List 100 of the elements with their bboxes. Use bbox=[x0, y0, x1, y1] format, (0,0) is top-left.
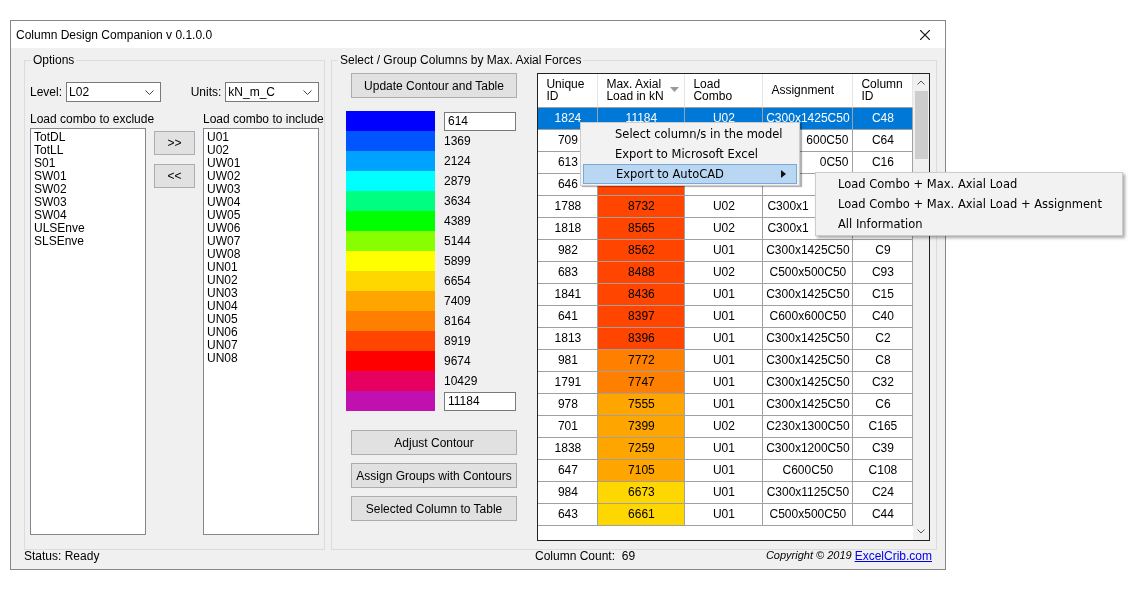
website-link[interactable]: ExcelCrib.com bbox=[854, 549, 932, 563]
contour-value: 3634 bbox=[444, 194, 471, 208]
table-cell: C300x1425C50 bbox=[763, 240, 854, 262]
table-cell: 7772 bbox=[598, 350, 686, 372]
table-cell: C300x1425C50 bbox=[763, 372, 854, 394]
contour-value: 4389 bbox=[444, 214, 471, 228]
list-item[interactable]: UN03 bbox=[207, 287, 315, 300]
scroll-down-icon bbox=[917, 529, 926, 534]
list-item[interactable]: UW06 bbox=[207, 222, 315, 235]
action-button[interactable]: Assign Groups with Contours bbox=[351, 463, 517, 488]
table-cell: U02 bbox=[685, 262, 764, 284]
list-item[interactable]: ULSEnve bbox=[34, 222, 142, 235]
contour-value: 1369 bbox=[444, 134, 471, 148]
contour-value: 7409 bbox=[444, 294, 471, 308]
list-item[interactable]: UN01 bbox=[207, 261, 315, 274]
list-item[interactable]: SW02 bbox=[34, 183, 142, 196]
table-cell: 8562 bbox=[598, 240, 686, 262]
list-item[interactable]: UN06 bbox=[207, 326, 315, 339]
table-cell: U01 bbox=[685, 372, 764, 394]
list-item[interactable]: SW04 bbox=[34, 209, 142, 222]
list-box[interactable]: U01 U02 UW01 UW02 UW03 UW04 UW05 UW06 UW07 UW08 UN01 UN02 UN03 UN04 UN05 UN06 UN07 UN08 bbox=[203, 128, 319, 535]
list-item[interactable]: UN08 bbox=[207, 352, 315, 365]
table-cell: 8436 bbox=[598, 284, 686, 306]
column-header[interactable]: Assignment bbox=[763, 74, 854, 108]
update-button[interactable]: Update Contour and Table bbox=[351, 73, 517, 98]
value-input[interactable]: 614 bbox=[444, 111, 516, 131]
dropdown[interactable]: kN_m_C bbox=[225, 82, 319, 102]
list-item[interactable]: U02 bbox=[207, 144, 315, 157]
sort-arrow-icon bbox=[670, 87, 680, 92]
chevron-down-icon bbox=[144, 89, 154, 95]
menu-item[interactable]: Export to AutoCAD bbox=[583, 164, 797, 184]
column-header[interactable]: Max. Axial Load in kN bbox=[598, 74, 686, 108]
table-cell: U01 bbox=[685, 328, 764, 350]
table-cell: C500x500C50 bbox=[763, 262, 854, 284]
contour-value: 9674 bbox=[444, 354, 471, 368]
submenu-arrow-icon bbox=[781, 170, 786, 178]
list-item[interactable]: UW08 bbox=[207, 248, 315, 261]
table-cell: 7259 bbox=[598, 438, 686, 460]
contour-value: 8919 bbox=[444, 334, 471, 348]
list-item[interactable]: UW01 bbox=[207, 157, 315, 170]
scroll-thumb[interactable] bbox=[914, 91, 928, 159]
list-item[interactable]: SW03 bbox=[34, 196, 142, 209]
table-cell: C230x1300C50 bbox=[763, 416, 854, 438]
list-item[interactable]: SLSEnve bbox=[34, 235, 142, 248]
dropdown[interactable]: L02 bbox=[66, 82, 161, 102]
table-cell: U01 bbox=[685, 482, 764, 504]
copyright-text: Copyright © 2019 bbox=[765, 549, 852, 563]
field-label: Level: bbox=[30, 85, 63, 99]
list-item[interactable]: S01 bbox=[34, 157, 142, 170]
table-cell: 8565 bbox=[598, 218, 686, 240]
list-item[interactable]: SW01 bbox=[34, 170, 142, 183]
table-cell: U01 bbox=[685, 240, 764, 262]
table-cell: 7105 bbox=[598, 460, 686, 482]
action-button[interactable]: Adjust Contour bbox=[351, 430, 517, 455]
column-header[interactable]: Column ID bbox=[853, 74, 914, 108]
menu-item[interactable]: Load Combo + Max. Axial Load bbox=[818, 174, 1120, 194]
scroll-up-icon bbox=[917, 80, 926, 85]
table-cell: C300x1425C50 bbox=[763, 328, 854, 350]
contour-value: 5144 bbox=[444, 234, 471, 248]
column-header[interactable]: Load Combo bbox=[685, 74, 764, 108]
move-button[interactable]: << bbox=[154, 164, 195, 188]
column-count: Column Count: 69 bbox=[535, 549, 637, 563]
group-title: Select / Group Columns by Max. Axial Forces bbox=[338, 53, 584, 67]
action-button[interactable]: Selected Column to Table bbox=[351, 496, 517, 521]
list-item[interactable]: UW03 bbox=[207, 183, 315, 196]
table-cell: U01 bbox=[685, 438, 764, 460]
table-cell: 8396 bbox=[598, 328, 686, 350]
list-item[interactable]: UN05 bbox=[207, 313, 315, 326]
table-cell: C500x500C50 bbox=[763, 504, 854, 526]
move-button[interactable]: >> bbox=[154, 131, 195, 155]
table-cell: C600x600C50 bbox=[763, 306, 854, 328]
list-item[interactable]: UW05 bbox=[207, 209, 315, 222]
list-item[interactable]: UN04 bbox=[207, 300, 315, 313]
table-cell: U01 bbox=[685, 306, 764, 328]
list-item[interactable]: U01 bbox=[207, 131, 315, 144]
contour-value: 5899 bbox=[444, 254, 471, 268]
contour-value: 2124 bbox=[444, 154, 471, 168]
contour-value: 2879 bbox=[444, 174, 471, 188]
list-box[interactable]: TotDL TotLL S01 SW01 SW02 SW03 SW04 ULSEnve SLSEnve bbox=[30, 128, 146, 535]
list-item[interactable]: UN07 bbox=[207, 339, 315, 352]
table-cell: C300x1200C50 bbox=[763, 438, 854, 460]
table-cell: 6661 bbox=[598, 504, 686, 526]
table-cell: U02 bbox=[685, 196, 764, 218]
table-cell: U01 bbox=[685, 284, 764, 306]
table-cell: 6673 bbox=[598, 482, 686, 504]
list-item[interactable]: UW07 bbox=[207, 235, 315, 248]
table-cell: 7747 bbox=[598, 372, 686, 394]
value-input[interactable]: 11184 bbox=[444, 391, 516, 411]
list-item[interactable]: UW02 bbox=[207, 170, 315, 183]
list-item[interactable]: TotDL bbox=[34, 131, 142, 144]
list-item[interactable]: UN02 bbox=[207, 274, 315, 287]
column-header[interactable]: Unique ID bbox=[538, 74, 599, 108]
table-cell: U01 bbox=[685, 504, 764, 526]
table-cell: C300x1125C50 bbox=[763, 482, 854, 504]
group-title: Options bbox=[31, 53, 77, 67]
list-label: Load combo to include bbox=[203, 112, 324, 126]
chevron-down-icon bbox=[303, 89, 312, 95]
list-item[interactable]: TotLL bbox=[34, 144, 142, 157]
list-item[interactable]: UW04 bbox=[207, 196, 315, 209]
list-label: Load combo to exclude bbox=[30, 112, 155, 126]
